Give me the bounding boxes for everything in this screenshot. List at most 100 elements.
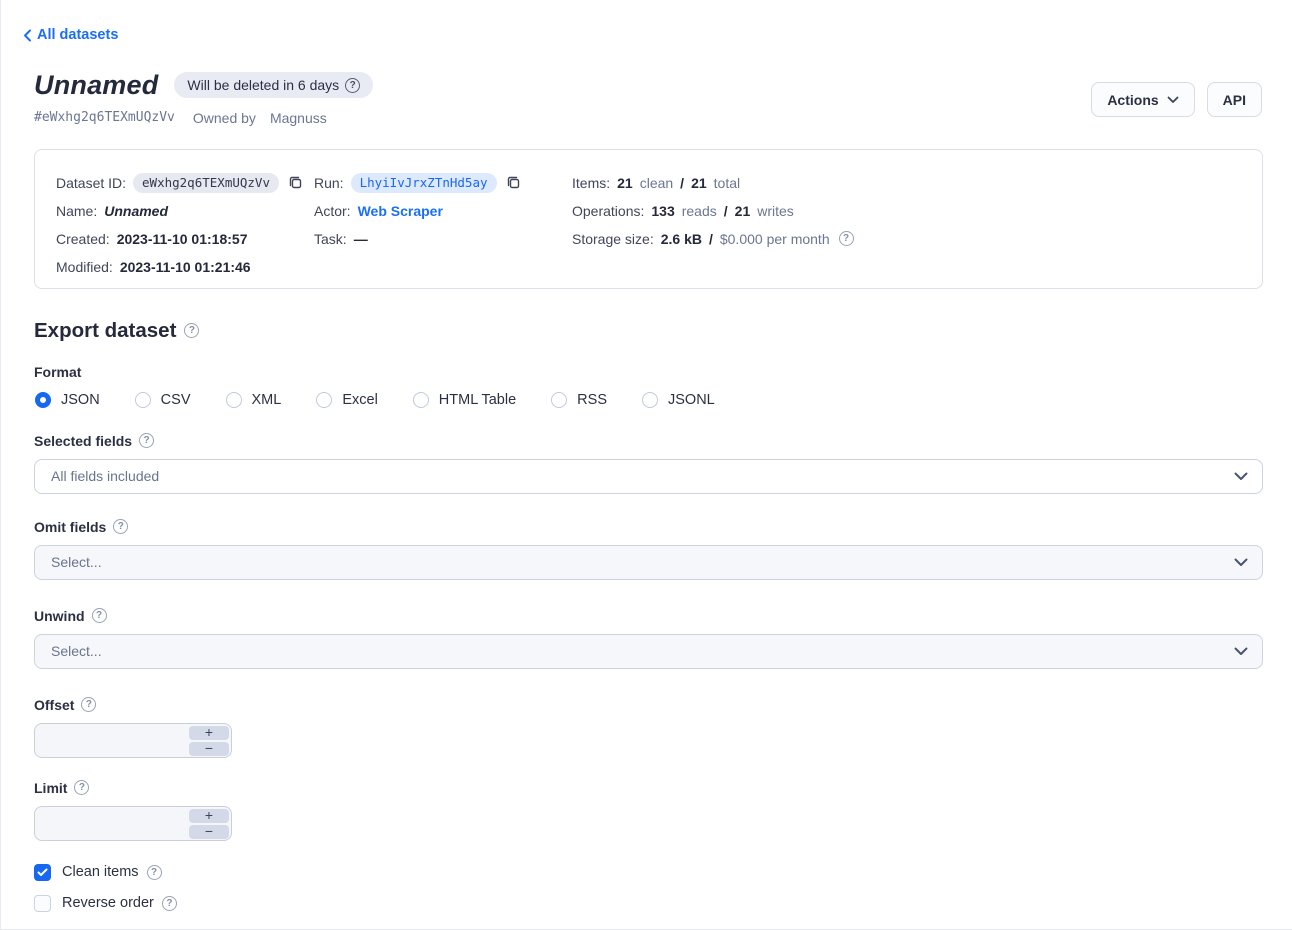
name-label: Name: [56,203,97,219]
help-icon[interactable]: ? [839,231,854,246]
items-clean-value: 21 [617,175,633,191]
owner-name: Magnuss [270,110,327,126]
radio-checked-icon [35,392,51,408]
api-button[interactable]: API [1207,82,1262,117]
omit-fields-select[interactable]: Select... [34,545,1263,580]
format-label: Format [34,364,1292,380]
run-label: Run: [314,175,344,191]
ops-reads-value: 133 [651,203,674,219]
selected-fields-value: All fields included [51,468,159,484]
info-column-basic: Dataset ID: eWxhg2q6TEXmUQzVv Name: Unna… [56,169,314,288]
limit-label: Limit ? [34,780,1292,796]
increment-button[interactable]: + [189,809,229,823]
export-title-text: Export dataset [34,319,176,343]
modified-label: Modified: [56,259,113,275]
help-icon[interactable]: ? [92,608,107,623]
actions-button-label: Actions [1107,92,1158,108]
breadcrumb-label: All datasets [37,27,118,43]
breadcrumb-all-datasets[interactable]: All datasets [23,27,118,43]
chevron-down-icon [1234,472,1248,481]
copy-icon[interactable] [506,175,521,190]
help-icon[interactable]: ? [345,78,360,93]
items-label: Items: [572,175,610,191]
dataset-hash: #eWxhg2q6TEXmUQzVv [34,110,175,125]
ops-writes-value: 21 [735,203,751,219]
actor-label: Actor: [314,203,351,219]
items-total-value: 21 [691,175,707,191]
offset-input[interactable] [35,724,185,757]
help-icon[interactable]: ? [162,896,177,911]
format-radio-xml[interactable]: XML [226,392,282,408]
unwind-select[interactable]: Select... [34,634,1263,669]
format-radio-csv[interactable]: CSV [135,392,191,408]
help-icon[interactable]: ? [184,323,199,338]
limit-field: + − [34,806,232,841]
deletion-badge: Will be deleted in 6 days ? [174,72,373,98]
unwind-placeholder: Select... [51,643,102,659]
format-radio-jsonl[interactable]: JSONL [642,392,715,408]
format-radio-group: JSON CSV XML Excel HTML Table RSS JSONL [35,392,1292,408]
help-icon[interactable]: ? [113,519,128,534]
help-icon[interactable]: ? [81,697,96,712]
help-icon[interactable]: ? [74,780,89,795]
radio-unchecked-icon [135,392,151,408]
dataset-id-label: Dataset ID: [56,175,126,191]
name-value: Unnamed [104,203,168,219]
omit-fields-label: Omit fields ? [34,519,1292,535]
increment-button[interactable]: + [189,726,229,740]
dataset-id-chip: eWxhg2q6TEXmUQzVv [133,173,279,193]
items-total-word: total [714,175,740,191]
omit-fields-placeholder: Select... [51,554,102,570]
help-icon[interactable]: ? [147,865,162,880]
radio-unchecked-icon [316,392,332,408]
info-column-origin: Run: LhyiIvJrxZTnHd5ay Actor: Web Scrape… [314,169,572,288]
chevron-down-icon [1167,96,1179,104]
export-section-title: Export dataset ? [34,319,1292,343]
format-radio-html-table[interactable]: HTML Table [413,392,516,408]
limit-steppers: + − [189,809,229,839]
radio-unchecked-icon [551,392,567,408]
storage-cost: $0.000 per month [720,231,830,247]
reverse-order-row[interactable]: Reverse order ? [34,895,1292,912]
top-actions: Actions API [1091,82,1262,117]
chevron-down-icon [1234,558,1248,567]
created-label: Created: [56,231,110,247]
chevron-left-icon [23,29,32,42]
actor-link[interactable]: Web Scraper [358,203,443,219]
offset-label: Offset ? [34,697,1292,713]
radio-unchecked-icon [413,392,429,408]
limit-input[interactable] [35,807,185,840]
clean-items-row[interactable]: Clean items ? [34,864,1292,881]
format-radio-excel[interactable]: Excel [316,392,377,408]
task-value: — [354,231,368,247]
decrement-button[interactable]: − [189,742,229,756]
format-radio-rss[interactable]: RSS [551,392,607,408]
format-radio-json[interactable]: JSON [35,392,100,408]
copy-icon[interactable] [288,175,303,190]
items-clean-word: clean [640,175,673,191]
decrement-button[interactable]: − [189,825,229,839]
info-column-stats: Items: 21 clean / 21 total Operations: 1… [572,169,854,288]
storage-size-label: Storage size: [572,231,654,247]
deletion-badge-label: Will be deleted in 6 days [187,77,339,93]
run-id-chip[interactable]: LhyiIvJrxZTnHd5ay [351,173,497,193]
created-value: 2023-11-10 01:18:57 [117,231,248,247]
page-title: Unnamed [34,70,158,101]
dataset-detail-page: All datasets Unnamed Will be deleted in … [0,0,1292,930]
slash: / [709,231,713,247]
unwind-label: Unwind ? [34,608,1292,624]
operations-label: Operations: [572,203,644,219]
selected-fields-select[interactable]: All fields included [34,459,1263,494]
help-icon[interactable]: ? [139,433,154,448]
radio-unchecked-icon [642,392,658,408]
offset-steppers: + − [189,726,229,756]
radio-unchecked-icon [226,392,242,408]
checkbox-checked-icon[interactable] [34,864,51,881]
selected-fields-label: Selected fields ? [34,433,1292,449]
modified-value: 2023-11-10 01:21:46 [120,259,251,275]
clean-items-label: Clean items [62,864,139,880]
api-button-label: API [1223,92,1246,108]
actions-button[interactable]: Actions [1091,82,1194,117]
checkbox-unchecked-icon[interactable] [34,895,51,912]
ops-writes-word: writes [757,203,794,219]
